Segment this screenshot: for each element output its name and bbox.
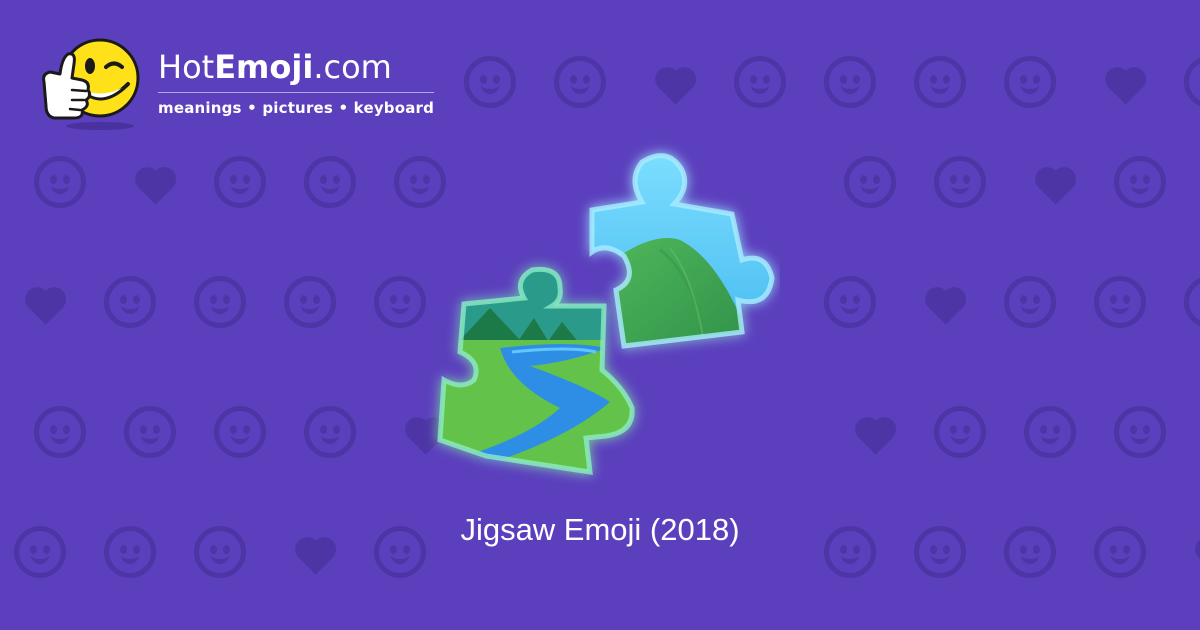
background-emoji-icon: [998, 50, 1062, 114]
background-emoji-icon: [298, 150, 362, 214]
background-emoji-icon: [1108, 150, 1172, 214]
background-emoji-icon: [838, 400, 902, 464]
site-name-bold: Emoji: [214, 48, 314, 86]
site-name-prefix: Hot: [158, 48, 215, 86]
background-emoji-icon: [188, 270, 252, 334]
background-emoji-icon: [1178, 50, 1200, 114]
puzzle-piece-mountain: [589, 153, 775, 349]
background-emoji-icon: [928, 400, 992, 464]
site-logo[interactable]: HotEmoji.com meanings • pictures • keybo…: [38, 34, 435, 130]
background-emoji-icon: [1088, 270, 1152, 334]
background-emoji-icon: [208, 150, 272, 214]
background-emoji-icon: [728, 50, 792, 114]
logo-text: HotEmoji.com meanings • pictures • keybo…: [158, 48, 435, 117]
emoji-caption: Jigsaw Emoji (2018): [460, 512, 740, 547]
background-emoji-icon: [1018, 150, 1082, 214]
background-emoji-icon: [1108, 400, 1172, 464]
background-emoji-icon: [1088, 50, 1152, 114]
background-emoji-icon: [298, 400, 362, 464]
background-emoji-icon: [638, 50, 702, 114]
background-emoji-icon: [28, 400, 92, 464]
background-emoji-icon: [98, 270, 162, 334]
background-emoji-icon: [118, 150, 182, 214]
background-emoji-icon: [548, 50, 612, 114]
jigsaw-puzzle-pieces-icon: [437, 153, 775, 475]
background-emoji-icon: [28, 150, 92, 214]
background-emoji-icon: [818, 50, 882, 114]
background-emoji-icon: [458, 50, 522, 114]
background-emoji-icon: [928, 150, 992, 214]
background-emoji-icon: [278, 270, 342, 334]
background-emoji-icon: [8, 270, 72, 334]
background-emoji-icon: [1018, 400, 1082, 464]
thumbs-up-smiley-icon: [42, 38, 140, 130]
background-emoji-icon: [118, 400, 182, 464]
background-emoji-icon: [208, 400, 272, 464]
background-emoji-icon: [908, 270, 972, 334]
site-name-suffix: .com: [313, 48, 392, 86]
site-tagline: meanings • pictures • keyboard: [158, 92, 435, 117]
background-emoji-icon: [818, 270, 882, 334]
background-emoji-icon: [998, 270, 1062, 334]
background-emoji-icon: [838, 150, 902, 214]
background-emoji-icon: [1178, 270, 1200, 334]
background-emoji-icon: [908, 50, 972, 114]
site-name: HotEmoji.com: [158, 48, 434, 86]
